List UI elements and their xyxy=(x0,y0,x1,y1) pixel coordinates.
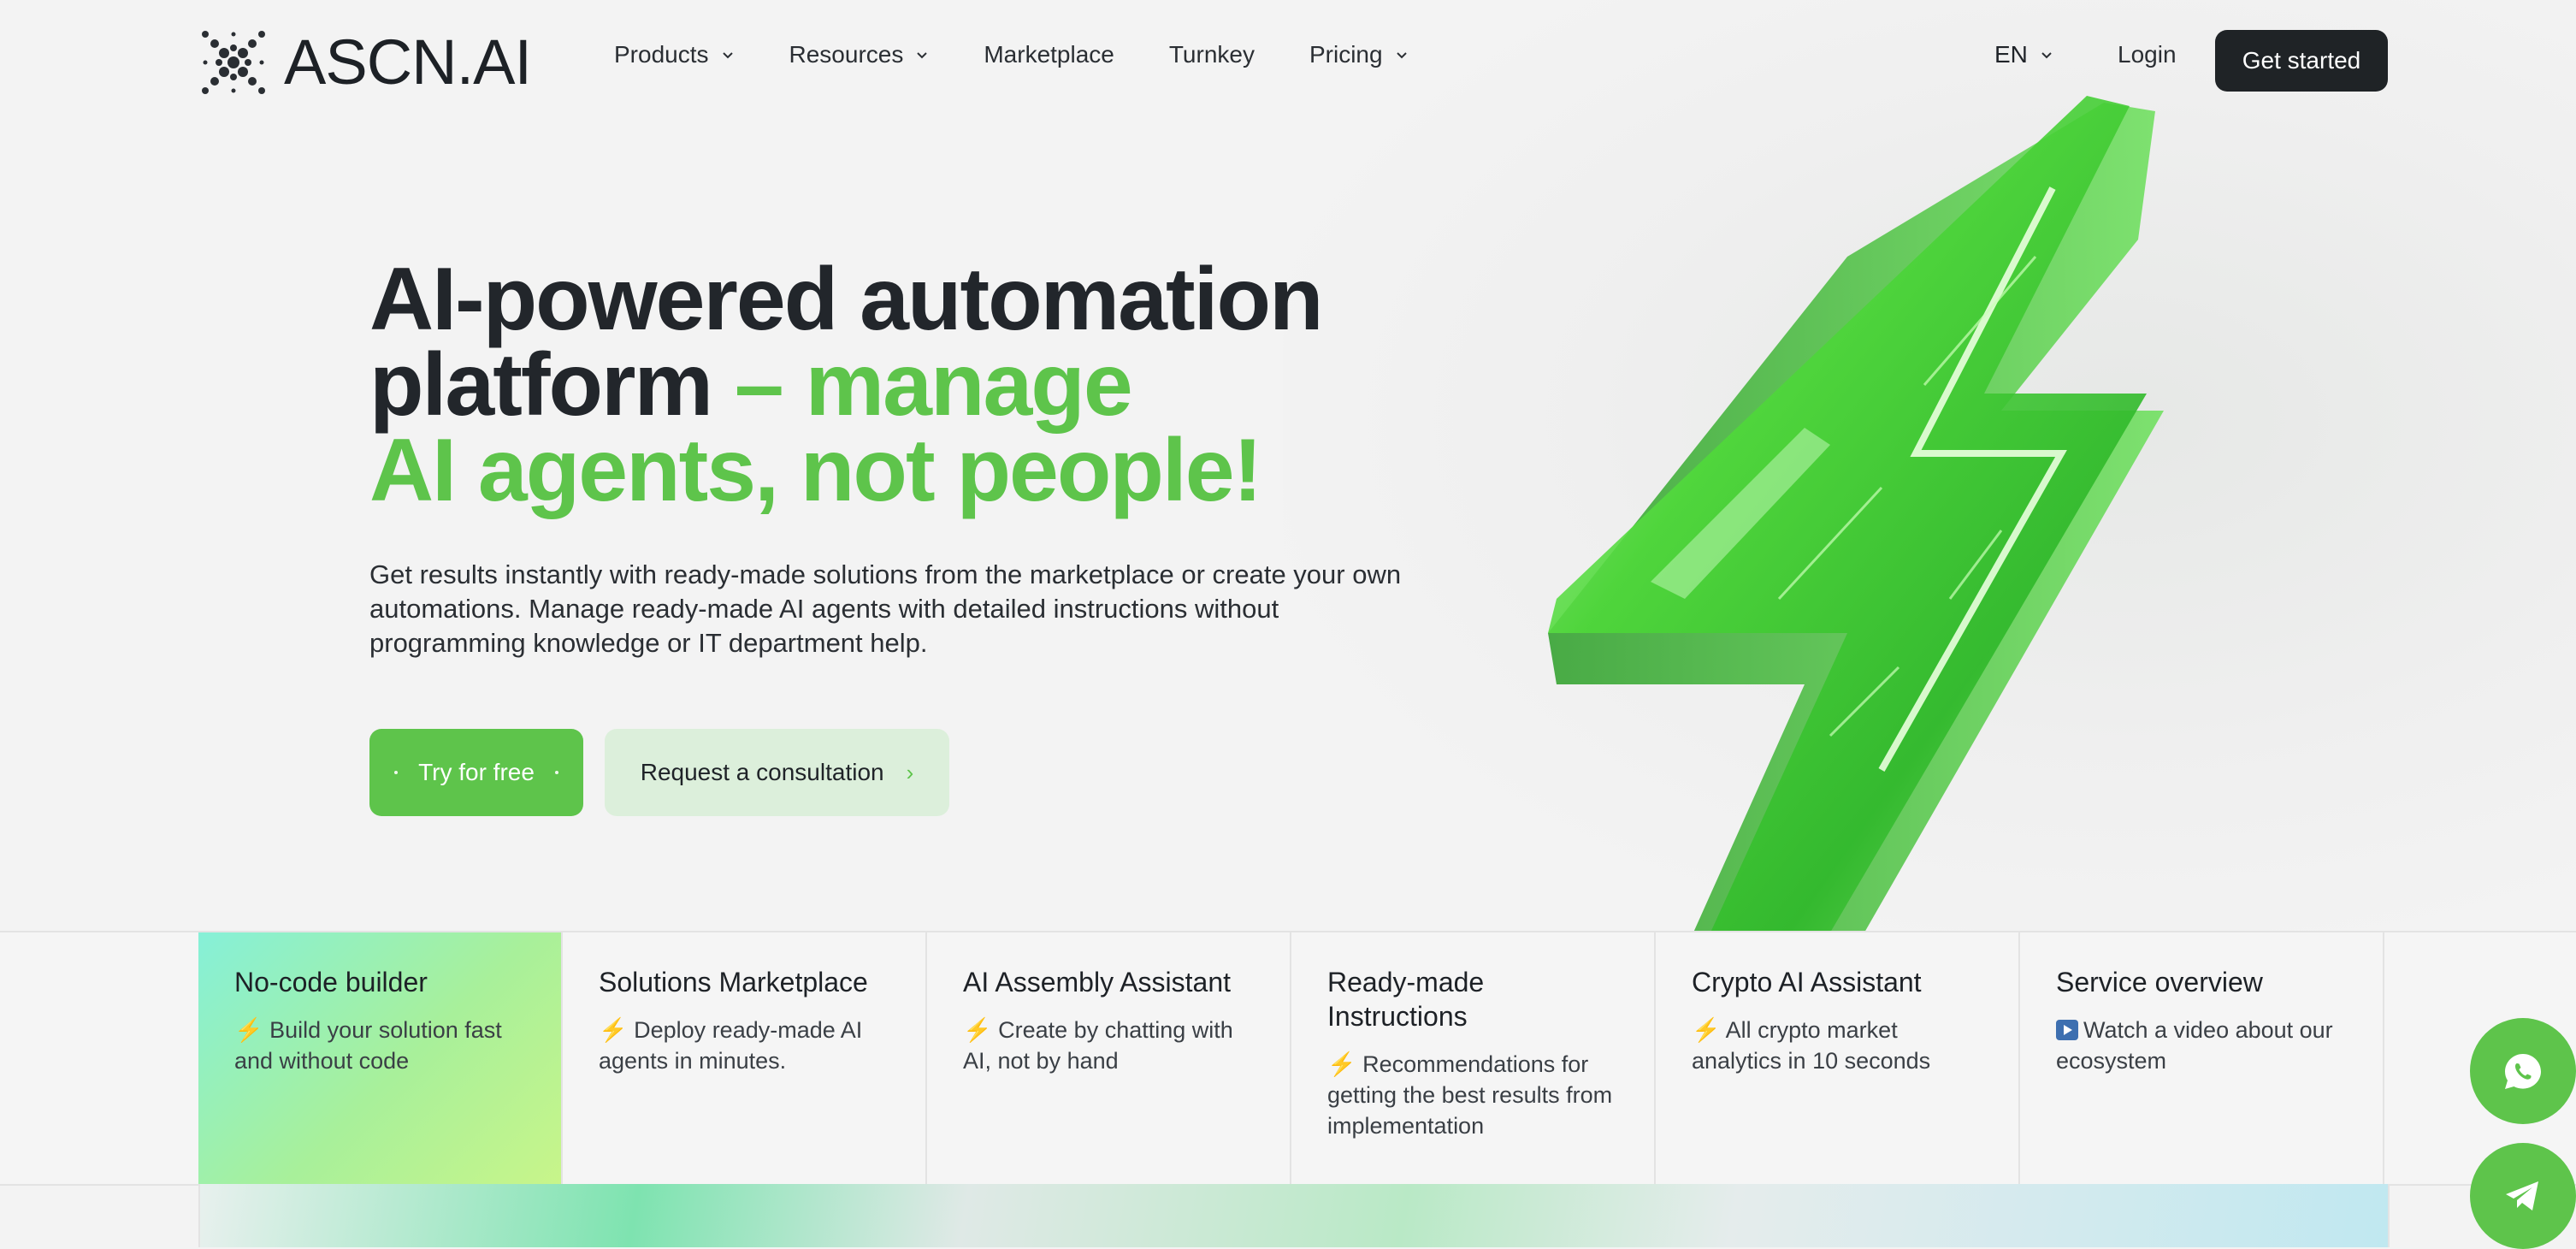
nav-pricing[interactable]: Pricing xyxy=(1309,41,1409,68)
feature-title: Solutions Marketplace xyxy=(599,967,868,997)
feature-service-overview[interactable]: Service overview Watch a video about our… xyxy=(2020,932,2384,1184)
language-selector[interactable]: EN xyxy=(1994,41,2053,68)
feature-desc: ⚡ Create by chatting with AI, not by han… xyxy=(963,1015,1256,1076)
site-header: ASCN.AI Products Resources Marketplace T… xyxy=(0,0,2576,123)
consult-label: Request a consultation xyxy=(640,759,884,785)
logo-mark-icon xyxy=(202,30,265,94)
lightning-icon: ⚡ xyxy=(1692,1017,1721,1043)
feature-desc: ⚡ All crypto market analytics in 10 seco… xyxy=(1692,1015,1984,1076)
try-for-free-button[interactable]: Try for free xyxy=(369,729,583,816)
lightning-icon: ⚡ xyxy=(599,1017,628,1043)
feature-title: Crypto AI Assistant xyxy=(1692,967,1922,997)
chevron-down-icon xyxy=(722,52,733,59)
login-link[interactable]: Login xyxy=(2118,41,2177,68)
try-label: Try for free xyxy=(418,759,535,785)
nav-turnkey[interactable]: Turnkey xyxy=(1169,41,1255,68)
dot-decoration xyxy=(394,771,399,774)
nav-label: Products xyxy=(614,41,709,68)
dot-decoration xyxy=(554,771,558,774)
get-started-button[interactable]: Get started xyxy=(2215,30,2388,92)
hero-subtitle: Get results instantly with ready-made so… xyxy=(369,559,1402,658)
feature-ready-made-instructions[interactable]: Ready-made Instructions ⚡ Recommendation… xyxy=(1291,932,1656,1184)
feature-title: No-code builder xyxy=(234,967,428,997)
feature-desc-text: Recommendations for getting the best res… xyxy=(1327,1051,1613,1139)
nav-resources[interactable]: Resources xyxy=(789,41,930,68)
language-label: EN xyxy=(1994,41,2028,68)
chevron-down-icon xyxy=(2041,52,2052,59)
nav-label: Turnkey xyxy=(1168,41,1255,68)
feature-title: Ready-made Instructions xyxy=(1327,967,1485,1032)
lightning-icon: ⚡ xyxy=(234,1017,263,1043)
request-consultation-button[interactable]: Request a consultation › xyxy=(605,729,949,816)
feature-desc-text: Create by chatting with AI, not by hand xyxy=(963,1017,1233,1074)
nav-products[interactable]: Products xyxy=(614,41,735,68)
main-nav: Products Resources Marketplace Turnkey P… xyxy=(614,41,1463,68)
nav-label: Pricing xyxy=(1309,41,1383,68)
whatsapp-button[interactable] xyxy=(2470,1018,2576,1124)
feature-desc-text: Build your solution fast and without cod… xyxy=(234,1017,502,1074)
feature-desc: ⚡ Build your solution fast and without c… xyxy=(234,1015,527,1076)
chevron-down-icon xyxy=(917,52,928,59)
nav-marketplace[interactable]: Marketplace xyxy=(984,41,1114,68)
hero-title-green-2: AI agents, not people! xyxy=(369,421,1262,520)
feature-ai-assembly-assistant[interactable]: AI Assembly Assistant ⚡ Create by chatti… xyxy=(927,932,1291,1184)
logo-text: ASCN.AI xyxy=(284,27,532,98)
chevron-down-icon xyxy=(1396,52,1407,59)
feature-desc-text: Deploy ready-made AI agents in minutes. xyxy=(599,1017,863,1074)
lightning-icon: ⚡ xyxy=(1327,1051,1356,1077)
telegram-button[interactable] xyxy=(2470,1143,2576,1249)
feature-desc: ⚡ Recommendations for getting the best r… xyxy=(1327,1049,1620,1141)
feature-tabs: No-code builder ⚡ Build your solution fa… xyxy=(0,931,2576,1186)
whatsapp-icon xyxy=(2505,1054,2541,1089)
feature-solutions-marketplace[interactable]: Solutions Marketplace ⚡ Deploy ready-mad… xyxy=(563,932,927,1184)
feature-title: AI Assembly Assistant xyxy=(963,967,1232,997)
logo[interactable]: ASCN.AI xyxy=(198,26,532,98)
feature-desc: ⚡ Deploy ready-made AI agents in minutes… xyxy=(599,1015,891,1076)
feature-crypto-ai-assistant[interactable]: Crypto AI Assistant ⚡ All crypto market … xyxy=(1656,932,2020,1184)
video-icon xyxy=(2056,1020,2078,1040)
chevron-right-icon: › xyxy=(906,759,914,785)
preview-banner xyxy=(198,1184,2390,1247)
feature-desc: Watch a video about our ecosystem xyxy=(2056,1015,2349,1076)
nav-label: Marketplace xyxy=(984,41,1114,68)
nav-label: Resources xyxy=(789,41,904,68)
lightning-bolt-illustration xyxy=(1548,96,2164,932)
telegram-icon xyxy=(2506,1181,2538,1211)
lightning-icon: ⚡ xyxy=(963,1017,992,1043)
feature-desc-text: Watch a video about our ecosystem xyxy=(2056,1017,2333,1074)
feature-no-code-builder[interactable]: No-code builder ⚡ Build your solution fa… xyxy=(198,932,563,1184)
hero-title: AI-powered automation platform – manage A… xyxy=(369,255,1481,515)
feature-title: Service overview xyxy=(2056,967,2263,997)
hero-title-green-1: – manage xyxy=(712,335,1133,435)
feature-desc-text: All crypto market analytics in 10 second… xyxy=(1692,1017,1931,1074)
